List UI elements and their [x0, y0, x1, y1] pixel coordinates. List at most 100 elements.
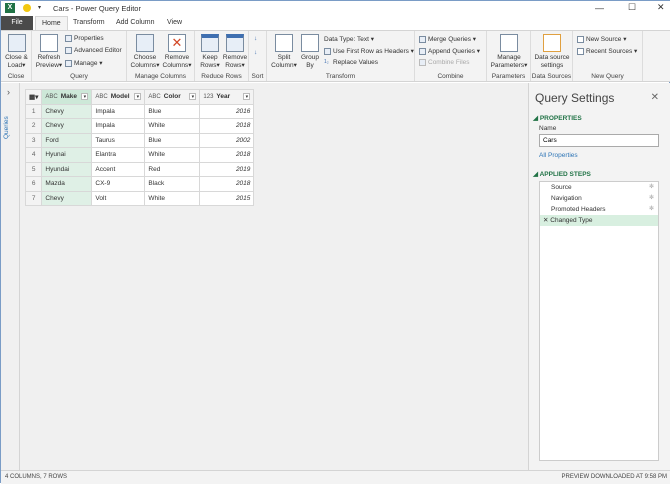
column-header-make[interactable]: ABC Make ▾: [41, 89, 93, 105]
choose-columns-button[interactable]: Choose Columns▾: [130, 34, 160, 69]
row-number: 5: [24, 161, 43, 177]
manage-parameters-button[interactable]: Manage Parameters▾: [490, 34, 528, 69]
sort-descending-icon[interactable]: ↓: [254, 49, 257, 56]
table-cell[interactable]: Black: [144, 176, 201, 192]
applied-step[interactable]: ✕ Changed Type: [540, 215, 658, 226]
table-cell[interactable]: CX-9: [91, 176, 146, 192]
type-whole-number-icon[interactable]: 123: [203, 94, 213, 100]
type-text-icon[interactable]: ABC: [148, 94, 160, 100]
table-cell[interactable]: 2018: [199, 176, 255, 192]
refresh-preview-button[interactable]: Refresh Preview▾: [35, 34, 63, 69]
combine-files-button[interactable]: Combine Files: [419, 59, 470, 66]
group-label: Data Sources: [531, 73, 572, 80]
label: New Source: [586, 36, 622, 43]
table-cell[interactable]: Chevy: [41, 118, 93, 134]
step-settings-gear-icon[interactable]: ✻: [649, 204, 654, 215]
table-cell[interactable]: 2018: [199, 147, 255, 163]
advanced-editor-button[interactable]: Advanced Editor: [65, 47, 122, 54]
sort-ascending-icon[interactable]: ↓: [254, 35, 257, 42]
queries-label[interactable]: Queries: [3, 99, 10, 139]
tab-home[interactable]: Home: [35, 16, 68, 30]
remove-rows-button[interactable]: Remove Rows▾: [222, 34, 248, 69]
table-cell[interactable]: Impala: [91, 103, 146, 119]
table-cell[interactable]: White: [144, 190, 201, 206]
step-settings-gear-icon[interactable]: ✻: [649, 182, 654, 193]
table-menu-icon[interactable]: ▦▾: [24, 89, 43, 105]
tab-add-column[interactable]: Add Column: [110, 16, 161, 30]
table-cell[interactable]: Mazda: [41, 176, 93, 192]
step-settings-gear-icon[interactable]: ✻: [649, 193, 654, 204]
column-header-model[interactable]: ABC Model ▾: [91, 89, 146, 105]
table-cell[interactable]: Blue: [144, 103, 201, 119]
table-cell[interactable]: Hyundai: [41, 161, 93, 177]
close-load-button[interactable]: Close & Load▾: [4, 34, 29, 69]
table-cell[interactable]: 2019: [199, 161, 255, 177]
data-type-dropdown[interactable]: Data Type: Text ▾: [324, 35, 374, 43]
column-header-color[interactable]: ABC Color ▾: [144, 89, 201, 105]
table-cell[interactable]: White: [144, 147, 201, 163]
table-cell[interactable]: Impala: [91, 118, 146, 134]
split-column-button[interactable]: Split Column▾: [270, 34, 298, 69]
table-cell[interactable]: Blue: [144, 132, 201, 148]
column-header-year[interactable]: 123 Year ▾: [199, 89, 255, 105]
table-cell[interactable]: Chevy: [41, 190, 93, 206]
table-cell[interactable]: Volt: [91, 190, 146, 206]
filter-dropdown-icon[interactable]: ▾: [243, 93, 251, 101]
table-cell[interactable]: 2002: [199, 132, 255, 148]
table-cell[interactable]: 2018: [199, 118, 255, 134]
properties-section[interactable]: ◢ PROPERTIES: [533, 114, 582, 122]
new-source-button[interactable]: New Source ▾: [577, 35, 626, 43]
table-cell[interactable]: Ford: [41, 132, 93, 148]
tab-file[interactable]: File: [1, 16, 33, 30]
tab-transform[interactable]: Transform: [67, 16, 111, 30]
applied-step[interactable]: Source ✻: [540, 182, 658, 193]
query-name-input[interactable]: [539, 134, 659, 147]
new-source-icon: [577, 35, 584, 43]
group-by-button[interactable]: Group By: [299, 34, 321, 69]
applied-steps-section[interactable]: ◢ APPLIED STEPS: [533, 170, 591, 178]
recent-sources-button[interactable]: Recent Sources ▾: [577, 47, 637, 55]
applied-step[interactable]: Promoted Headers ✻: [540, 204, 658, 215]
group-transform: Split Column▾ Group By Data Type: Text ▾ U…: [267, 31, 415, 81]
table-cell[interactable]: Elantra: [91, 147, 146, 163]
table-cell[interactable]: 2016: [199, 103, 255, 119]
table-cell[interactable]: White: [144, 118, 201, 134]
label: Use First Row as Headers: [333, 48, 409, 55]
data-source-settings-button[interactable]: Data source settings: [533, 34, 571, 69]
maximize-icon[interactable]: ☐: [628, 2, 636, 13]
keep-rows-button[interactable]: Keep Rows▾: [198, 34, 222, 69]
keep-rows-icon: [201, 34, 219, 52]
manage-button[interactable]: Manage ▾: [65, 59, 103, 67]
tab-view[interactable]: View: [161, 16, 188, 30]
quick-access-dropdown-icon[interactable]: ▾: [38, 4, 41, 11]
close-window-icon[interactable]: ✕: [657, 2, 665, 13]
parameters-icon: [500, 34, 518, 52]
use-first-row-headers-button[interactable]: Use First Row as Headers ▾: [324, 47, 414, 55]
remove-columns-button[interactable]: ✕ Remove Columns▾: [161, 34, 193, 69]
expand-chevron-icon[interactable]: ›: [7, 87, 10, 97]
properties-button[interactable]: Properties: [65, 35, 104, 42]
all-properties-link[interactable]: All Properties: [539, 152, 578, 159]
merge-queries-button[interactable]: Merge Queries ▾: [419, 35, 476, 43]
type-text-icon[interactable]: ABC: [45, 94, 57, 100]
type-text-icon[interactable]: ABC: [95, 94, 107, 100]
group-label: Sort: [251, 73, 264, 80]
filter-dropdown-icon[interactable]: ▾: [189, 93, 197, 101]
feedback-smiley-icon[interactable]: [23, 4, 31, 12]
close-pane-icon[interactable]: ✕: [651, 92, 659, 103]
filter-dropdown-icon[interactable]: ▾: [134, 93, 142, 101]
ribbon-tabs: File Home Transform Add Column View: [1, 16, 670, 30]
replace-values-button[interactable]: 1₂ Replace Values: [324, 59, 378, 66]
applied-step[interactable]: Navigation ✻: [540, 193, 658, 204]
table-cell[interactable]: Taurus: [91, 132, 146, 148]
table-cell[interactable]: Accent: [91, 161, 146, 177]
table-cell[interactable]: Chevy: [41, 103, 93, 119]
table-cell[interactable]: Hyunai: [41, 147, 93, 163]
queries-pane-collapsed[interactable]: › Queries: [1, 83, 20, 470]
table-cell[interactable]: Red: [144, 161, 201, 177]
table-cell[interactable]: 2015: [199, 190, 255, 206]
minimize-icon[interactable]: —: [595, 3, 604, 13]
append-queries-button[interactable]: Append Queries ▾: [419, 47, 480, 55]
manage-icon: [65, 59, 72, 67]
filter-dropdown-icon[interactable]: ▾: [81, 93, 89, 101]
